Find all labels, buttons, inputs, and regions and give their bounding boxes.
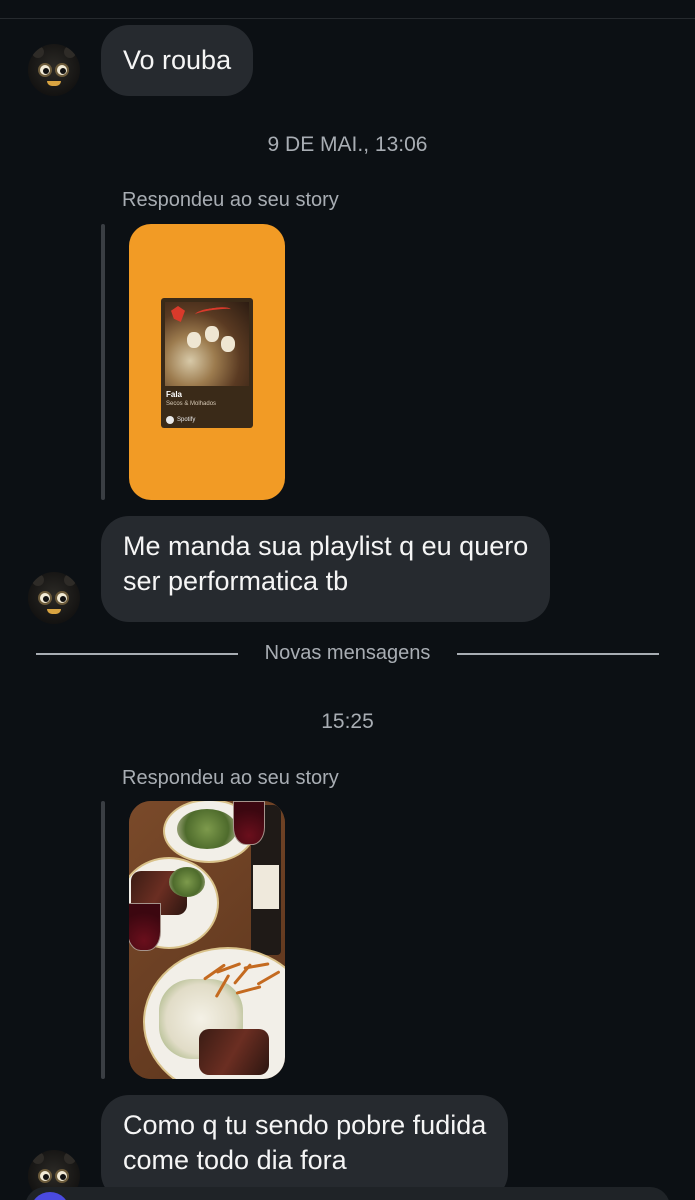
avatar-ear xyxy=(64,574,76,586)
avatar-mouth xyxy=(47,81,61,86)
avatar-ear xyxy=(64,46,76,58)
avatar-eye xyxy=(38,591,52,605)
message-bubble[interactable]: Como q tu sendo pobre fudida come todo d… xyxy=(101,1095,509,1200)
salad-greens xyxy=(169,867,205,897)
avatar-eye xyxy=(38,63,52,77)
message-text: Vo rouba xyxy=(123,45,232,75)
band-logo-icon xyxy=(171,306,185,322)
contact-avatar[interactable] xyxy=(28,44,80,96)
album-art xyxy=(165,302,249,386)
spotify-name: Spotify xyxy=(177,417,196,423)
wine-glass xyxy=(233,801,265,845)
song-artist: Secos & Molhados xyxy=(166,401,217,407)
spotify-brand: Spotify xyxy=(166,416,195,424)
story-preview-spotify[interactable]: Fala Secos & Molhados Spotify xyxy=(129,224,285,500)
album-face xyxy=(205,326,219,342)
avatar-ear xyxy=(32,574,44,586)
wine-glass xyxy=(129,903,161,951)
message-composer[interactable] xyxy=(25,1187,670,1200)
new-messages-line-right xyxy=(457,653,659,655)
avatar-ear xyxy=(32,1152,44,1164)
avatar-ear xyxy=(64,1152,76,1164)
song-title: Fala xyxy=(166,390,183,399)
spotify-card: Fala Secos & Molhados Spotify xyxy=(161,298,253,428)
message-text-line: come todo dia fora xyxy=(123,1145,347,1175)
spotify-icon xyxy=(166,416,174,424)
timestamp: 9 DE MAI., 13:06 xyxy=(267,133,428,156)
avatar-eye xyxy=(38,1169,52,1183)
wine-label xyxy=(253,865,279,909)
story-reply-label: Respondeu ao seu story xyxy=(122,767,339,789)
header-divider xyxy=(0,18,695,19)
timestamp: 15:25 xyxy=(321,710,374,733)
reply-quote-bar xyxy=(101,224,105,500)
fries xyxy=(202,951,285,1011)
message-bubble[interactable]: Vo rouba xyxy=(101,25,254,96)
avatar-mouth xyxy=(47,609,61,614)
avatar-ear xyxy=(32,46,44,58)
album-face xyxy=(187,332,201,348)
avatar-eye xyxy=(55,591,69,605)
steak xyxy=(199,1029,269,1075)
food-photo xyxy=(129,801,285,1079)
pasta-greens xyxy=(177,809,237,849)
avatar-eye xyxy=(55,1169,69,1183)
reply-quote-bar xyxy=(101,801,105,1079)
contact-avatar[interactable] xyxy=(28,572,80,624)
story-preview-photo[interactable] xyxy=(129,801,285,1079)
message-text-line: ser performatica tb xyxy=(123,566,349,596)
message-text-line: Como q tu sendo pobre fudida xyxy=(123,1110,487,1140)
band-script-logo xyxy=(194,305,232,319)
message-text-line: Me manda sua playlist q eu quero xyxy=(123,531,529,561)
avatar-eye xyxy=(55,63,69,77)
story-reply-label: Respondeu ao seu story xyxy=(122,189,339,211)
message-bubble[interactable]: Me manda sua playlist q eu quero ser per… xyxy=(101,516,551,622)
album-face xyxy=(221,336,235,352)
